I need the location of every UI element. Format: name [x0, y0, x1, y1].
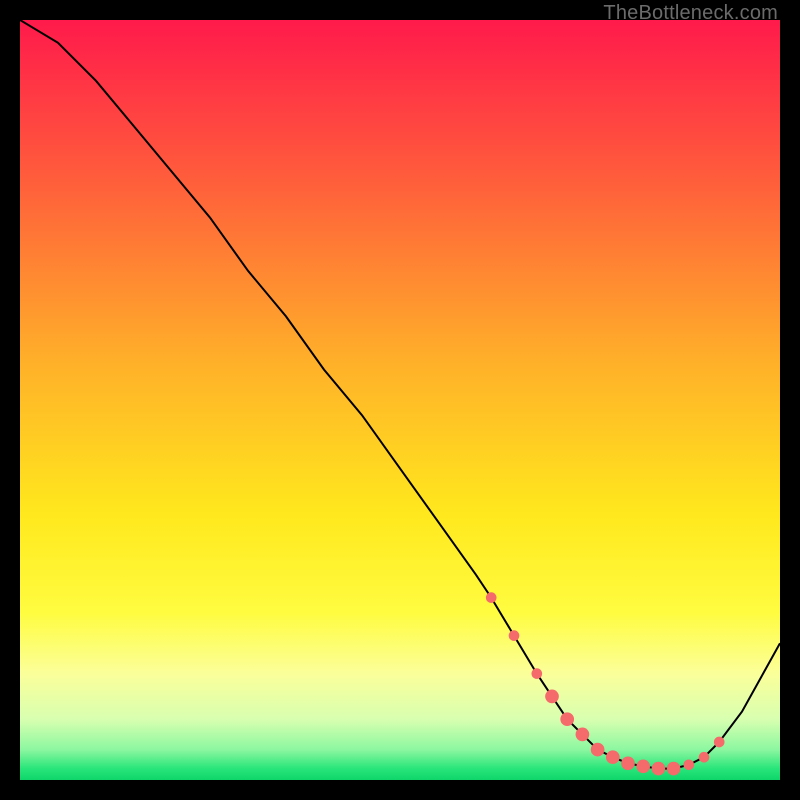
bottleneck-curve — [20, 20, 780, 780]
watermark-text: TheBottleneck.com — [603, 2, 778, 25]
curve-markers — [486, 592, 725, 775]
curve-marker — [509, 630, 520, 641]
curve-marker — [531, 668, 542, 679]
curve-marker — [636, 759, 650, 773]
curve-marker — [667, 762, 681, 776]
plot-area — [20, 20, 780, 780]
curve-marker — [714, 737, 725, 748]
curve-path — [20, 20, 780, 769]
curve-marker — [621, 756, 635, 770]
curve-marker — [560, 712, 574, 726]
curve-marker — [606, 750, 620, 764]
curve-marker — [591, 743, 605, 757]
curve-marker — [576, 728, 590, 742]
chart-frame: TheBottleneck.com — [0, 0, 800, 800]
curve-marker — [486, 592, 497, 603]
curve-marker — [683, 759, 694, 770]
curve-marker — [545, 690, 559, 704]
curve-marker — [652, 762, 666, 776]
curve-marker — [699, 752, 710, 763]
